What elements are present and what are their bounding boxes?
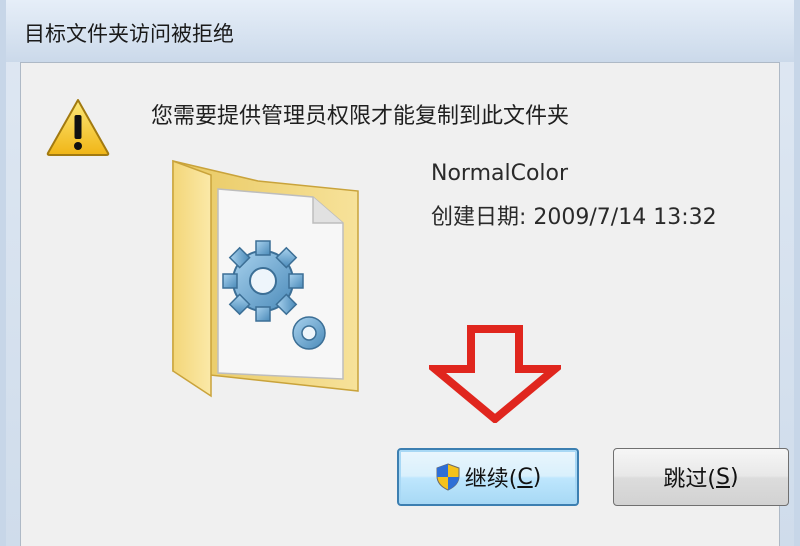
continue-label-prefix: 继续( <box>464 467 518 492</box>
window-title: 目标文件夹访问被拒绝 <box>24 22 234 46</box>
permission-message: 您需要提供管理员权限才能复制到此文件夹 <box>151 104 570 129</box>
title-bar[interactable]: 目标文件夹访问被拒绝 <box>6 0 794 62</box>
continue-accel-key: C <box>517 464 533 490</box>
warning-icon <box>46 99 110 156</box>
red-down-arrow <box>429 325 561 423</box>
skip-button[interactable]: 跳过(S) <box>613 448 789 506</box>
uac-shield-icon <box>436 463 460 491</box>
skip-label-suffix: ) <box>729 464 739 490</box>
continue-button[interactable]: 继续(C) <box>397 448 579 506</box>
skip-label-prefix: 跳过( <box>663 467 717 492</box>
skip-accel-key: S <box>716 464 730 490</box>
folder-gears-icon <box>172 159 359 398</box>
item-created-date: 创建日期: 2009/7/14 13:32 <box>431 205 717 230</box>
item-name: NormalColor <box>431 161 569 186</box>
continue-label-suffix: ) <box>532 464 542 490</box>
dialog-body: 您需要提供管理员权限才能复制到此文件夹 NormalColor 创建日期: 20… <box>20 62 789 546</box>
dialog-window: 目标文件夹访问被拒绝 您需要提供管理员权限才能复制到此文件夹 NormalCol… <box>0 0 800 546</box>
